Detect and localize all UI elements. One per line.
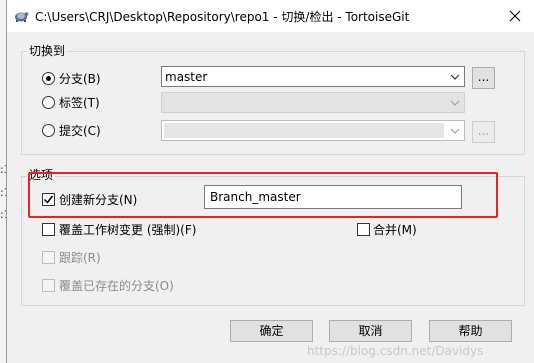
- window-title: C:\Users\CRJ\Desktop\Repository\repo1 - …: [35, 10, 410, 24]
- branch-browse-button[interactable]: ...: [472, 67, 495, 89]
- tortoisegit-logo-icon: [15, 12, 29, 22]
- commit-select-field: [164, 123, 444, 138]
- checkmark-icon: [43, 195, 54, 204]
- branch-radio-label: 分支(B): [59, 72, 101, 86]
- switch-checkout-dialog: C:\Users\CRJ\Desktop\Repository\repo1 - …: [6, 0, 534, 363]
- merge-checkbox[interactable]: [357, 223, 370, 236]
- chevron-down-icon: [450, 74, 460, 80]
- commit-browse-button[interactable]: ...: [472, 121, 495, 143]
- switch-to-group-label: 切换到: [27, 44, 68, 58]
- new-branch-name-value: Branch_master: [210, 190, 301, 204]
- override-branch-label: 覆盖已存在的分支(O): [59, 279, 174, 293]
- watermark-text: https://blog.csdn.net/Davidys: [307, 344, 484, 358]
- commit-select[interactable]: [161, 120, 465, 141]
- override-changes-label: 覆盖工作树变更 (强制)(F): [59, 223, 197, 237]
- commit-radio-label: 提交(C): [59, 124, 101, 138]
- new-branch-name-input[interactable]: Branch_master: [204, 185, 462, 209]
- tag-select[interactable]: [161, 92, 465, 113]
- track-label: 跟踪(R): [59, 251, 101, 265]
- create-branch-label: 创建新分支(N): [59, 193, 138, 207]
- branch-select-value: master: [165, 70, 208, 84]
- override-branch-checkbox[interactable]: [42, 279, 55, 292]
- merge-label: 合并(M): [373, 223, 417, 237]
- cancel-button[interactable]: 取消: [329, 320, 412, 342]
- tag-radio[interactable]: [42, 96, 55, 109]
- branch-radio[interactable]: [42, 72, 55, 85]
- ok-button[interactable]: 确定: [230, 320, 313, 342]
- chevron-down-icon: [450, 100, 460, 106]
- title-bar: C:\Users\CRJ\Desktop\Repository\repo1 - …: [7, 0, 534, 32]
- close-icon[interactable]: [506, 7, 524, 25]
- branch-select[interactable]: master: [161, 66, 465, 87]
- commit-radio[interactable]: [42, 124, 55, 137]
- help-button[interactable]: 帮助: [429, 320, 512, 342]
- track-checkbox[interactable]: [42, 251, 55, 264]
- chevron-down-icon: [450, 128, 460, 134]
- tag-radio-label: 标签(T): [59, 96, 100, 110]
- create-branch-checkbox[interactable]: [42, 193, 55, 206]
- override-changes-checkbox[interactable]: [42, 223, 55, 236]
